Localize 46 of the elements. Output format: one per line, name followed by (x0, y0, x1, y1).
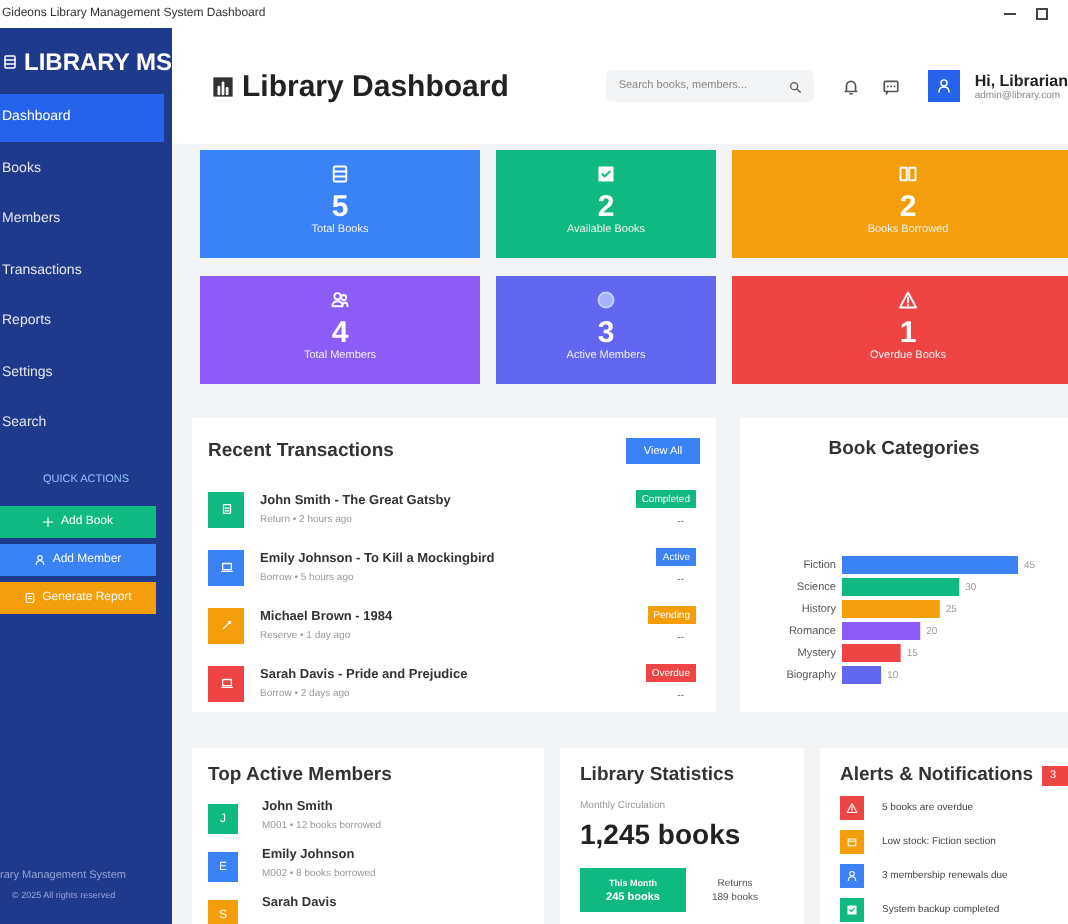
bar (842, 622, 921, 640)
warning-icon (898, 290, 918, 310)
return-icon (219, 502, 233, 516)
chat-icon (882, 77, 901, 95)
stat-value: 2 (899, 190, 917, 224)
stat-value: 1 (899, 316, 917, 350)
user-icon (846, 869, 858, 881)
bar (842, 666, 882, 684)
bell-icon[interactable] (842, 77, 861, 95)
borrow-icon (219, 560, 233, 574)
maximize-icon[interactable] (1036, 8, 1048, 20)
library-icon (2, 51, 18, 71)
borrow-icon (219, 676, 233, 690)
stat-value: 4 (331, 316, 349, 350)
box-icon (846, 835, 858, 847)
card-title: Top Active Members (208, 764, 394, 786)
check-icon (596, 164, 616, 184)
users-icon (330, 290, 350, 310)
minimize-icon[interactable] (1004, 8, 1016, 20)
stat-value: 2 (597, 190, 615, 224)
card-title: Alerts & Notifications (840, 764, 1034, 786)
brand-name: LIBRARY MS (23, 47, 172, 75)
stat-value: 1,245 books (580, 818, 743, 850)
book-icon (898, 164, 918, 184)
circle-icon (596, 290, 616, 310)
page-title: Library Dashboard (242, 69, 511, 103)
bar (842, 578, 960, 596)
stat-value: 5 (331, 190, 349, 224)
user-greeting: Hi, Librarian (974, 71, 1068, 89)
books-icon (330, 164, 350, 184)
card-title: Recent Transactions (208, 440, 394, 462)
user-icon (936, 78, 953, 94)
user-icon (34, 553, 47, 565)
bar (842, 600, 940, 618)
stat-value: 3 (597, 316, 615, 350)
chart-icon (212, 75, 234, 97)
reserve-icon (219, 618, 233, 632)
bar (842, 644, 901, 662)
report-icon (24, 591, 37, 603)
search-icon (788, 79, 803, 93)
warning-icon (846, 801, 858, 813)
plus-icon (42, 515, 55, 527)
check-icon (846, 903, 858, 915)
card-title: Library Statistics (580, 764, 737, 786)
card-title: Book Categories (826, 438, 982, 460)
user-avatar[interactable] (928, 70, 961, 102)
